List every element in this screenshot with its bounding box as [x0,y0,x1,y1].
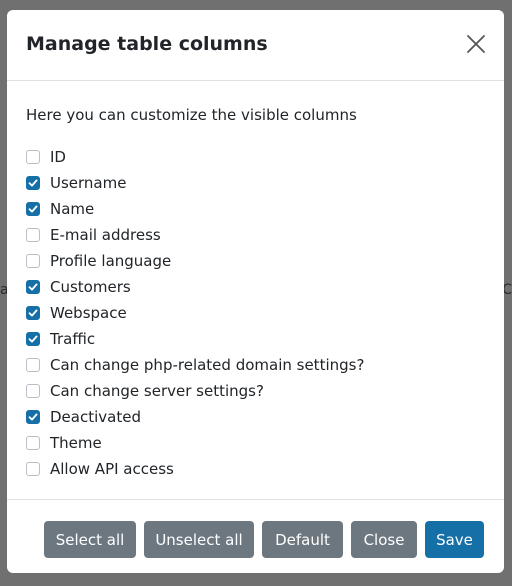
column-option-label: Deactivated [50,408,141,426]
column-checkbox-list: ID Username Name E-mail address Profile lang… [26,144,364,482]
column-checkbox[interactable] [26,358,40,372]
column-checkbox[interactable] [26,202,40,216]
column-option[interactable]: Username [26,170,364,196]
column-option[interactable]: Profile language [26,248,364,274]
close-icon[interactable] [464,32,488,56]
save-button[interactable]: Save [425,521,484,558]
column-option-label: Customers [50,278,131,296]
checkmark-icon [28,205,38,213]
column-option[interactable]: Deactivated [26,404,364,430]
checkmark-icon [28,309,38,317]
dialog-title: Manage table columns [26,33,268,55]
column-option[interactable]: E-mail address [26,222,364,248]
column-option[interactable]: Name [26,196,364,222]
unselect-all-button[interactable]: Unselect all [144,521,254,558]
column-option-label: Can change php-related domain settings? [50,356,365,374]
column-checkbox[interactable] [26,410,40,424]
checkmark-icon [28,179,38,187]
column-option-label: Allow API access [50,460,174,478]
column-option[interactable]: Can change server settings? [26,378,364,404]
dialog-footer: Select all Unselect all Default Close Sa… [7,500,504,573]
column-checkbox[interactable] [26,332,40,346]
column-option-label: ID [50,148,66,166]
column-checkbox[interactable] [26,150,40,164]
close-button[interactable]: Close [351,521,417,558]
dialog-header: Manage table columns [7,10,504,81]
select-all-button[interactable]: Select all [44,521,136,558]
checkmark-icon [28,283,38,291]
dialog-intro-text: Here you can customize the visible colum… [26,106,357,124]
column-option[interactable]: Customers [26,274,364,300]
column-option-label: E-mail address [50,226,161,244]
column-option[interactable]: Webspace [26,300,364,326]
column-option-label: Name [50,200,95,218]
column-option-label: Can change server settings? [50,382,264,400]
column-option-label: Traffic [50,330,96,348]
column-checkbox[interactable] [26,254,40,268]
column-checkbox[interactable] [26,436,40,450]
column-checkbox[interactable] [26,280,40,294]
column-option-label: Theme [50,434,102,452]
column-option[interactable]: ID [26,144,364,170]
checkmark-icon [28,413,38,421]
column-option[interactable]: Traffic [26,326,364,352]
column-checkbox[interactable] [26,462,40,476]
column-option-label: Webspace [50,304,127,322]
column-checkbox[interactable] [26,228,40,242]
column-option-label: Profile language [50,252,172,270]
column-checkbox[interactable] [26,176,40,190]
column-checkbox[interactable] [26,306,40,320]
dialog-body: Here you can customize the visible colum… [7,81,504,500]
checkmark-icon [28,335,38,343]
column-checkbox[interactable] [26,384,40,398]
column-option[interactable]: Allow API access [26,456,364,482]
default-button[interactable]: Default [262,521,343,558]
column-option[interactable]: Can change php-related domain settings? [26,352,364,378]
column-option[interactable]: Theme [26,430,364,456]
column-option-label: Username [50,174,127,192]
manage-columns-dialog: Manage table columns Here you can custom… [7,10,504,573]
